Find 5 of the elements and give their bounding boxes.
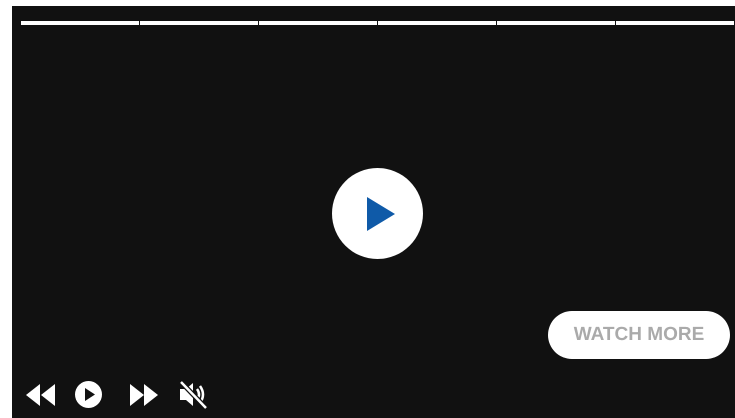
play-button[interactable] xyxy=(75,381,102,408)
fast-forward-button[interactable] xyxy=(130,384,158,406)
watch-more-button[interactable]: WATCH MORE xyxy=(548,311,730,359)
rewind-button[interactable] xyxy=(26,384,55,406)
mute-button[interactable] xyxy=(178,379,209,410)
